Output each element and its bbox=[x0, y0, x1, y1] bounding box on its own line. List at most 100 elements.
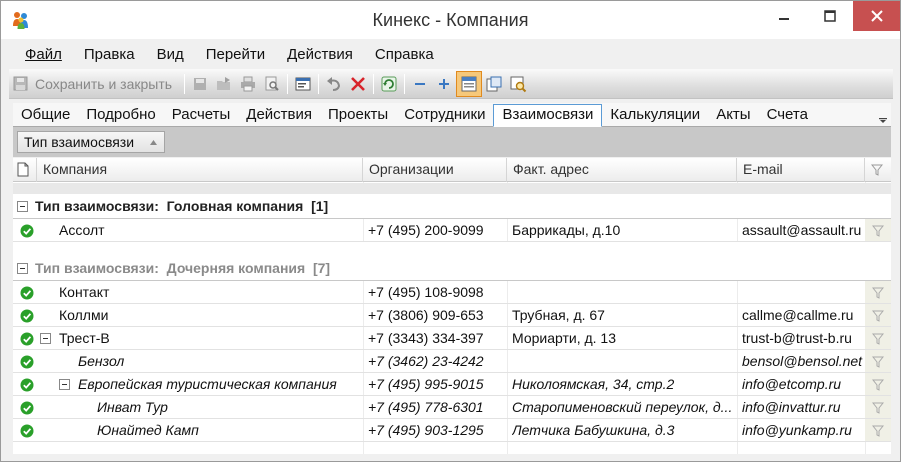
phone-cell: +7 (495) 995-9015 bbox=[368, 376, 484, 392]
find-button[interactable] bbox=[506, 71, 530, 97]
row-filter-cell[interactable] bbox=[865, 281, 891, 303]
group-caption: Тип взаимосвязи: Головная компания [1] bbox=[35, 198, 328, 214]
tab-general[interactable]: Общие bbox=[13, 104, 78, 126]
tab-employees[interactable]: Сотрудники bbox=[396, 104, 493, 126]
row-filter-cell[interactable] bbox=[865, 327, 891, 349]
table-row[interactable]: Коллми +7 (3806) 909-653 Трубная, д. 67 … bbox=[13, 304, 891, 327]
toolbar-separator bbox=[184, 73, 186, 94]
menu-edit[interactable]: Правка bbox=[73, 46, 146, 63]
row-filter-cell[interactable] bbox=[865, 373, 891, 395]
tab-payments[interactable]: Расчеты bbox=[164, 104, 239, 126]
company-cell: Инват Тур bbox=[97, 399, 168, 415]
undo-button[interactable] bbox=[322, 71, 346, 97]
preview-button[interactable] bbox=[260, 71, 284, 97]
close-button[interactable] bbox=[853, 1, 900, 31]
check-circle-icon bbox=[20, 424, 34, 438]
tab-projects[interactable]: Проекты bbox=[320, 104, 396, 126]
group-value: Дочерняя компания bbox=[166, 260, 306, 276]
check-circle-icon bbox=[20, 401, 34, 415]
row-filter-cell[interactable] bbox=[865, 419, 891, 441]
filter-icon bbox=[872, 356, 884, 368]
check-circle-icon bbox=[20, 355, 34, 369]
group-row-subsidiary[interactable]: Тип взаимосвязи: Дочерняя компания [7] bbox=[13, 256, 891, 281]
address-cell: Баррикады, д.10 bbox=[512, 222, 621, 238]
table-row[interactable]: Ассолт +7 (495) 200-9099 Баррикады, д.10… bbox=[13, 219, 891, 242]
new-row-column[interactable] bbox=[13, 158, 37, 182]
email-cell: trust-b@trust-b.ru bbox=[742, 330, 852, 346]
table-row[interactable]: Юнайтед Камп +7 (495) 903-1295 Летчика Б… bbox=[13, 419, 891, 442]
collapse-group-icon[interactable] bbox=[17, 263, 28, 274]
address-cell: Трубная, д. 67 bbox=[512, 307, 605, 323]
close-icon bbox=[870, 10, 883, 22]
tab-relationships[interactable]: Взаимосвязи bbox=[493, 104, 603, 127]
tab-invoices[interactable]: Счета bbox=[759, 104, 816, 126]
group-row-head-company[interactable]: Тип взаимосвязи: Головная компания [1] bbox=[13, 194, 891, 219]
menu-actions[interactable]: Действия bbox=[276, 46, 364, 63]
tab-acts[interactable]: Акты bbox=[708, 104, 758, 126]
maximize-icon bbox=[824, 10, 836, 22]
menu-view[interactable]: Вид bbox=[146, 46, 195, 63]
menu-go[interactable]: Перейти bbox=[195, 46, 276, 63]
row-filter-cell[interactable] bbox=[865, 304, 891, 326]
collapse-node-icon[interactable] bbox=[59, 379, 70, 390]
app-window: Кинекс - Компания Файл Правка Вид Перейт… bbox=[0, 0, 901, 462]
expand-all-button[interactable] bbox=[432, 71, 456, 97]
tab-actions[interactable]: Действия bbox=[238, 104, 320, 126]
table-row[interactable]: Контакт +7 (495) 108-9098 bbox=[13, 281, 891, 304]
refresh-button[interactable] bbox=[377, 71, 401, 97]
check-circle-icon bbox=[20, 332, 34, 346]
filter-icon[interactable] bbox=[871, 164, 883, 176]
title-bar: Кинекс - Компания bbox=[1, 1, 900, 39]
tab-calculations[interactable]: Калькуляции bbox=[602, 104, 708, 126]
company-cell: Юнайтед Камп bbox=[97, 422, 199, 438]
collapse-all-button[interactable] bbox=[408, 71, 432, 97]
print-button[interactable] bbox=[236, 71, 260, 97]
filter-icon bbox=[872, 333, 884, 345]
minimize-button[interactable] bbox=[761, 1, 807, 31]
table-row[interactable]: Бензол +7 (3462) 23-4242 bensol@bensol.n… bbox=[13, 350, 891, 373]
properties-icon bbox=[295, 77, 311, 90]
maximize-button[interactable] bbox=[807, 1, 853, 31]
address-cell: Старопименовский переулок, д... bbox=[512, 399, 733, 415]
phone-cell: +7 (495) 108-9098 bbox=[368, 284, 484, 300]
delete-button[interactable] bbox=[346, 71, 370, 97]
tab-scroll-button[interactable] bbox=[877, 109, 889, 125]
group-chip-relationship-type[interactable]: Тип взаимосвязи bbox=[17, 131, 165, 153]
grid-header: Компания Организации Факт. адрес E-mail bbox=[13, 158, 891, 182]
filter-icon bbox=[872, 402, 884, 414]
phone-cell: +7 (3462) 23-4242 bbox=[368, 353, 484, 369]
save-button[interactable] bbox=[188, 71, 212, 97]
column-header-address[interactable]: Факт. адрес bbox=[507, 158, 737, 182]
table-row[interactable]: Европейская туристическая компания +7 (4… bbox=[13, 373, 891, 396]
filter-icon bbox=[872, 225, 884, 237]
open-button[interactable] bbox=[212, 71, 236, 97]
save-close-button[interactable]: Сохранить и закрыть bbox=[9, 71, 181, 97]
address-cell: Летчика Бабушкина, д.3 bbox=[512, 422, 675, 438]
company-cell: Ассолт bbox=[59, 222, 105, 238]
column-header-organizations[interactable]: Организации bbox=[363, 158, 507, 182]
email-cell: assault@assault.ru bbox=[742, 222, 862, 238]
column-header-company[interactable]: Компания bbox=[37, 158, 363, 182]
table-row[interactable]: Трест-В +7 (3343) 334-397 Мориарти, д. 1… bbox=[13, 327, 891, 350]
row-filter-cell[interactable] bbox=[865, 396, 891, 418]
phone-cell: +7 (495) 778-6301 bbox=[368, 399, 484, 415]
menu-bar: Файл Правка Вид Перейти Действия Справка bbox=[11, 41, 891, 67]
row-filter-cell[interactable] bbox=[865, 350, 891, 372]
address-cell: Мориарти, д. 13 bbox=[512, 330, 617, 346]
menu-help[interactable]: Справка bbox=[364, 46, 445, 63]
filter-icon bbox=[872, 379, 884, 391]
column-chooser-icon bbox=[486, 76, 502, 91]
group-panel-toggle-button[interactable] bbox=[456, 70, 483, 97]
tab-details[interactable]: Подробно bbox=[78, 104, 163, 126]
search-panel-icon bbox=[510, 76, 527, 92]
collapse-node-icon[interactable] bbox=[40, 333, 51, 344]
group-caption: Тип взаимосвязи: Дочерняя компания [7] bbox=[35, 260, 330, 276]
properties-button[interactable] bbox=[291, 71, 315, 97]
columns-button[interactable] bbox=[482, 71, 506, 97]
table-row[interactable]: Инват Тур +7 (495) 778-6301 Старопименов… bbox=[13, 396, 891, 419]
group-panel-icon bbox=[461, 76, 477, 91]
menu-file[interactable]: Файл bbox=[11, 46, 73, 63]
row-filter-cell[interactable] bbox=[865, 219, 891, 241]
collapse-group-icon[interactable] bbox=[17, 201, 28, 212]
column-header-email[interactable]: E-mail bbox=[737, 158, 865, 182]
